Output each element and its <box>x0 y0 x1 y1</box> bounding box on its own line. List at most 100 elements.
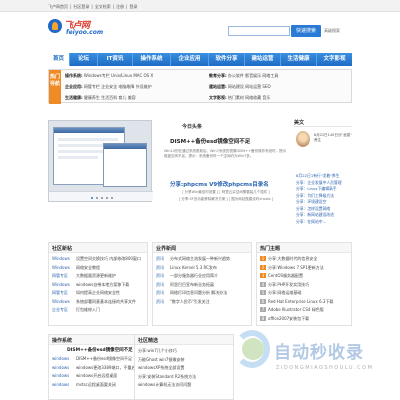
list-category[interactable]: windows <box>52 355 76 364</box>
list-text[interactable]: 分布式网络主流发展一种新兴趋势 <box>170 256 230 261</box>
list-text[interactable]: 大数据量资源更新维护 <box>76 273 116 278</box>
list-text[interactable]: 一部分服务器行业应用简介 <box>170 273 218 278</box>
top-link-community[interactable]: 社区登录 <box>73 4 89 10</box>
related-links[interactable]: [ 分享:SF迅功能移除解决方案 ] [ 图为网站做建设时vhosts ] <box>164 197 288 202</box>
list-text[interactable]: 网络打印信息问题分析 解决办法 <box>170 290 227 295</box>
hot-row-links[interactable]: 网管专栏 企业安全 电脑故障 外设维护 <box>84 84 152 89</box>
list-item[interactable]: 8 office2007安装包下载 <box>260 315 348 324</box>
advanced-search-link[interactable]: 高级搜索 <box>324 28 340 34</box>
search-input[interactable] <box>228 26 290 36</box>
list-category[interactable]: windows <box>52 364 76 373</box>
nav-item-software[interactable]: 软件分享 <box>209 53 245 66</box>
list-item[interactable]: 企业专区 打包维修入门 <box>52 306 144 315</box>
nav-item-enterprise[interactable]: 企业应用 <box>171 53 209 66</box>
list-item[interactable]: 6 Red Hat Enterprise Linux 6.3下载 <box>260 298 348 307</box>
hot-row-links[interactable]: 热门素材 网络收藏 音乐 <box>228 95 271 100</box>
hot-row-links[interactable]: Windows专栏 Unix/Linux MAC OS X <box>84 73 153 78</box>
nav-item-webmaster[interactable]: 建站运营 <box>245 53 281 66</box>
nav-item-os[interactable]: 操作系统 <box>133 53 171 66</box>
headline-link[interactable]: DISM++备份esd镜像空间不足 <box>170 137 250 145</box>
list-item[interactable]: 2 分享:Windows 7 SP1更新方法 <box>260 264 348 273</box>
list-text[interactable]: 网络安全教程 <box>76 265 100 270</box>
list-text[interactable]: 分享:大数据时代的信息安全 <box>268 256 317 261</box>
list-text[interactable]: windows自带本地方案移下载 <box>76 282 129 287</box>
list-item[interactable]: Windows 系统部署同意基本连接的共享文件 <box>52 298 144 307</box>
slider-dot[interactable] <box>101 197 103 199</box>
list-category[interactable]: 资讯 <box>156 281 170 290</box>
list-category[interactable]: 资讯 <box>156 298 170 307</box>
list-item[interactable]: windows windows开启远程桌面 <box>52 372 144 381</box>
list-category[interactable]: 网管专区 <box>52 289 76 298</box>
nav-item-life[interactable]: 生活健康 <box>281 53 317 66</box>
list-item[interactable]: 3 CentOS服务器配置 <box>260 272 348 281</box>
slider-dot[interactable] <box>106 197 108 199</box>
top-link-login[interactable]: 登录 <box>129 4 137 10</box>
nav-item-home[interactable]: 首页 <box>48 53 70 66</box>
list-item[interactable]: 7 Adobe Illustrator CS4 绿色版 <box>260 306 348 315</box>
list-category[interactable]: 资讯 <box>156 264 170 273</box>
list-text[interactable]: windows开启远程桌面 <box>76 373 117 378</box>
list-item[interactable]: Windows windows自带本地方案移下载 <box>52 281 144 290</box>
image-slider[interactable] <box>48 120 153 202</box>
featured-caption[interactable]: 8月22日140日分"龙猫" 养生 <box>314 133 352 143</box>
list-item[interactable]: 资讯 "数字人民币"引发关注 <box>156 298 248 307</box>
list-item[interactable]: Windows 设置空间交换技巧 内部修改800窗口 <box>52 255 144 264</box>
list-text[interactable]: 系统部署同意基本连接的共享文件 <box>76 299 136 304</box>
list-item[interactable]: 网管专区 大数据量资源更新维护 <box>52 272 144 281</box>
list-category[interactable]: 网管专区 <box>52 272 76 281</box>
list-item[interactable]: Windows 网络安全教程 <box>52 264 144 273</box>
list-text[interactable]: office2007安装包下载 <box>268 316 309 321</box>
list-text[interactable]: 分享:网络运维基础 <box>268 290 301 295</box>
list-text[interactable]: mstsc远程桌面要关闭 <box>76 382 116 387</box>
list-text[interactable]: Linux Kernel 5.3 RC发布 <box>170 265 217 270</box>
list-item[interactable]: 资讯 阿里巴巴宣布新业务拓展 <box>156 281 248 290</box>
list-category[interactable]: Windows <box>52 298 76 307</box>
list-item[interactable]: 资讯 网络打印信息问题分析 解决办法 <box>156 289 248 298</box>
list-text[interactable]: 分享:Windows 7 SP1更新方法 <box>268 265 324 270</box>
list-text[interactable]: DISM++备份esd镜像空间不足 <box>76 356 132 361</box>
list-category[interactable]: Windows <box>52 264 76 273</box>
headline2-link[interactable]: 分享:phpcms V9修改phpcms目录名 <box>170 180 269 188</box>
hot-row-links[interactable]: 健康养生 生活百科 育儿 美容 <box>84 95 136 100</box>
slider-dot[interactable] <box>96 197 98 199</box>
list-text[interactable]: "数字人民币"引发关注 <box>170 299 210 304</box>
list-item[interactable]: 资讯 Linux Kernel 5.3 RC发布 <box>156 264 248 273</box>
hot-row-links[interactable]: 网站建设 网站运营 SEO <box>228 84 271 89</box>
list-item[interactable]: windows计算机无法访问问题 <box>138 381 230 390</box>
list-item[interactable]: 网管专区 如何提高企业网络安全性 <box>52 289 144 298</box>
slider-dot[interactable] <box>111 197 113 199</box>
list-item[interactable]: 4 分享:PHP开发实用技巧 <box>260 281 348 290</box>
top-link-home[interactable]: 飞卢网首页 <box>48 4 68 10</box>
top-link-register[interactable]: 注册 <box>116 4 124 10</box>
list-text[interactable]: 分享:PHP开发实用技巧 <box>268 282 309 287</box>
list-text[interactable]: CentOS服务器配置 <box>268 273 303 278</box>
nav-item-it-news[interactable]: IT资讯 <box>98 53 133 66</box>
list-category[interactable]: 资讯 <box>156 255 170 264</box>
list-item[interactable]: windows mstsc远程桌面要关闭 <box>52 381 144 390</box>
list-item[interactable]: 1 分享:大数据时代的信息安全 <box>260 255 348 264</box>
list-item[interactable]: 分享：在网站中... <box>296 219 352 226</box>
search-button[interactable]: 快速搜索 <box>291 25 321 37</box>
list-text[interactable]: 设置空间交换技巧 内部修改800窗口 <box>76 256 141 261</box>
list-text[interactable]: Red Hat Enterprise Linux 6.3下载 <box>268 299 333 304</box>
list-text[interactable]: 打包维修入门 <box>76 307 100 312</box>
slider-dot[interactable] <box>91 197 93 199</box>
list-item[interactable]: 资讯 分布式网络主流发展一种新兴趋势 <box>156 255 248 264</box>
site-logo[interactable]: 飞卢网 feiyoo.com <box>48 17 118 41</box>
list-category[interactable]: Windows <box>52 281 76 290</box>
nav-item-forum[interactable]: 论坛 <box>70 53 98 66</box>
related-links[interactable]: [ 分享Win最佳时设置 ] [ 阿里云买空间需要装几个插件 ] <box>164 190 288 195</box>
hot-row-links[interactable]: 办公软件 影音娱乐 网络工具 <box>228 73 279 78</box>
list-category[interactable]: 企业专区 <box>52 306 76 315</box>
list-text[interactable]: 阿里巴巴宣布新业务拓展 <box>170 282 214 287</box>
list-text[interactable]: 如何提高企业网络安全性 <box>76 290 120 295</box>
list-item[interactable]: windowsXP系统全部设置 <box>138 364 230 373</box>
list-category[interactable]: 资讯 <box>156 289 170 298</box>
nav-item-media[interactable]: 文字影视 <box>317 53 352 66</box>
os-feature-link[interactable]: DISM++备份esd镜像空间不足 <box>49 345 147 353</box>
list-category[interactable]: windows <box>52 381 76 390</box>
list-item[interactable]: windows windows更改3389端口，不重启生效 <box>52 364 144 373</box>
list-category[interactable]: 资讯 <box>156 272 170 281</box>
list-item[interactable]: 分享:win7几个小技巧 <box>138 347 230 356</box>
list-text[interactable]: Adobe Illustrator CS4 绿色版 <box>268 307 324 312</box>
